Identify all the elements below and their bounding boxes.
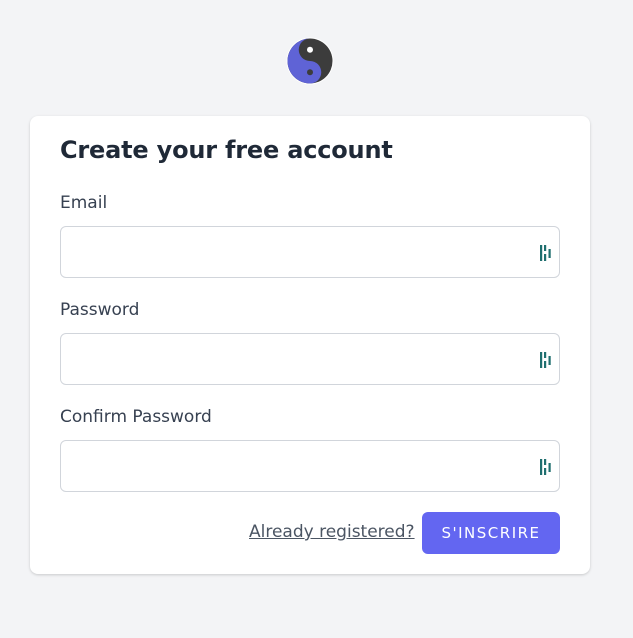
- email-label: Email: [60, 193, 108, 213]
- password-manager-icon[interactable]: [539, 243, 553, 263]
- email-input[interactable]: [61, 227, 559, 277]
- password-input[interactable]: [61, 334, 559, 384]
- already-registered-link[interactable]: Already registered?: [249, 522, 415, 542]
- password-field-container: [60, 333, 560, 385]
- password-manager-icon[interactable]: [539, 350, 553, 370]
- yin-yang-logo-icon: [286, 37, 334, 85]
- password-manager-icon[interactable]: [539, 457, 553, 477]
- form-title: Create your free account: [60, 136, 393, 164]
- register-card: Create your free account Email Password …: [30, 116, 590, 574]
- register-submit-button[interactable]: S'INSCRIRE: [422, 512, 560, 554]
- email-field-container: [60, 226, 560, 278]
- confirm-password-field-container: [60, 440, 560, 492]
- confirm-password-label: Confirm Password: [60, 407, 212, 427]
- confirm-password-input[interactable]: [61, 441, 559, 491]
- password-label: Password: [60, 300, 140, 320]
